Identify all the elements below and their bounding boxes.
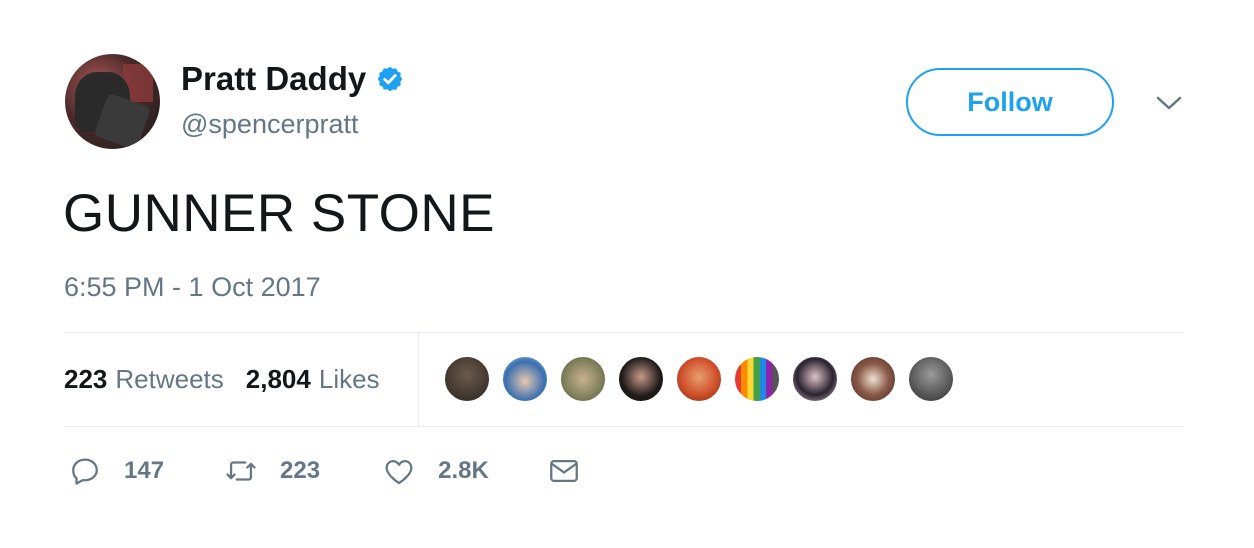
liker-avatar[interactable] bbox=[733, 355, 781, 403]
author-display-name[interactable]: Pratt Daddy bbox=[181, 60, 366, 98]
chevron-down-icon[interactable] bbox=[1155, 93, 1183, 113]
reply-count: 147 bbox=[124, 457, 165, 484]
reply-icon bbox=[72, 458, 98, 485]
tweet-stats: 223 Retweets 2,804 Likes bbox=[64, 364, 402, 395]
tweet-text: GUNNER STONE bbox=[63, 184, 496, 243]
liker-avatar[interactable] bbox=[501, 355, 549, 403]
tweet-actions: 147 223 2.8K bbox=[68, 454, 581, 488]
like-button[interactable]: 2.8K bbox=[382, 454, 489, 488]
stats-divider bbox=[418, 333, 419, 426]
direct-message-button[interactable] bbox=[547, 454, 581, 488]
retweets-stat-count: 223 bbox=[64, 364, 108, 394]
liker-avatar[interactable] bbox=[907, 355, 955, 403]
divider bbox=[64, 332, 1184, 333]
liker-avatar[interactable] bbox=[443, 355, 491, 403]
verified-badge-icon bbox=[377, 66, 403, 92]
author-handle[interactable]: @spencerpratt bbox=[181, 109, 359, 140]
liker-avatar[interactable] bbox=[617, 355, 665, 403]
likes-stat-label: Likes bbox=[318, 364, 380, 394]
likes-stat[interactable]: 2,804 Likes bbox=[246, 364, 380, 395]
reply-button[interactable]: 147 bbox=[68, 454, 164, 488]
author-avatar[interactable] bbox=[65, 54, 160, 149]
divider bbox=[64, 426, 1184, 427]
retweet-button[interactable]: 223 bbox=[224, 454, 320, 488]
retweet-count: 223 bbox=[280, 457, 321, 484]
liker-avatar[interactable] bbox=[791, 355, 839, 403]
retweets-stat-label: Retweets bbox=[115, 364, 224, 394]
likes-stat-count: 2,804 bbox=[245, 364, 311, 394]
liker-avatar[interactable] bbox=[559, 355, 607, 403]
retweet-icon bbox=[226, 461, 256, 481]
liker-avatar[interactable] bbox=[849, 355, 897, 403]
heart-icon bbox=[385, 459, 413, 485]
envelope-icon bbox=[549, 459, 578, 483]
tweet-timestamp[interactable]: 6:55 PM - 1 Oct 2017 bbox=[64, 272, 321, 303]
like-count: 2.8K bbox=[438, 457, 489, 484]
liker-avatar[interactable] bbox=[675, 355, 723, 403]
author-name-row: Pratt Daddy bbox=[181, 60, 404, 98]
retweets-stat[interactable]: 223 Retweets bbox=[64, 364, 224, 395]
follow-button[interactable]: Follow bbox=[906, 68, 1114, 136]
liker-avatars bbox=[443, 355, 965, 403]
